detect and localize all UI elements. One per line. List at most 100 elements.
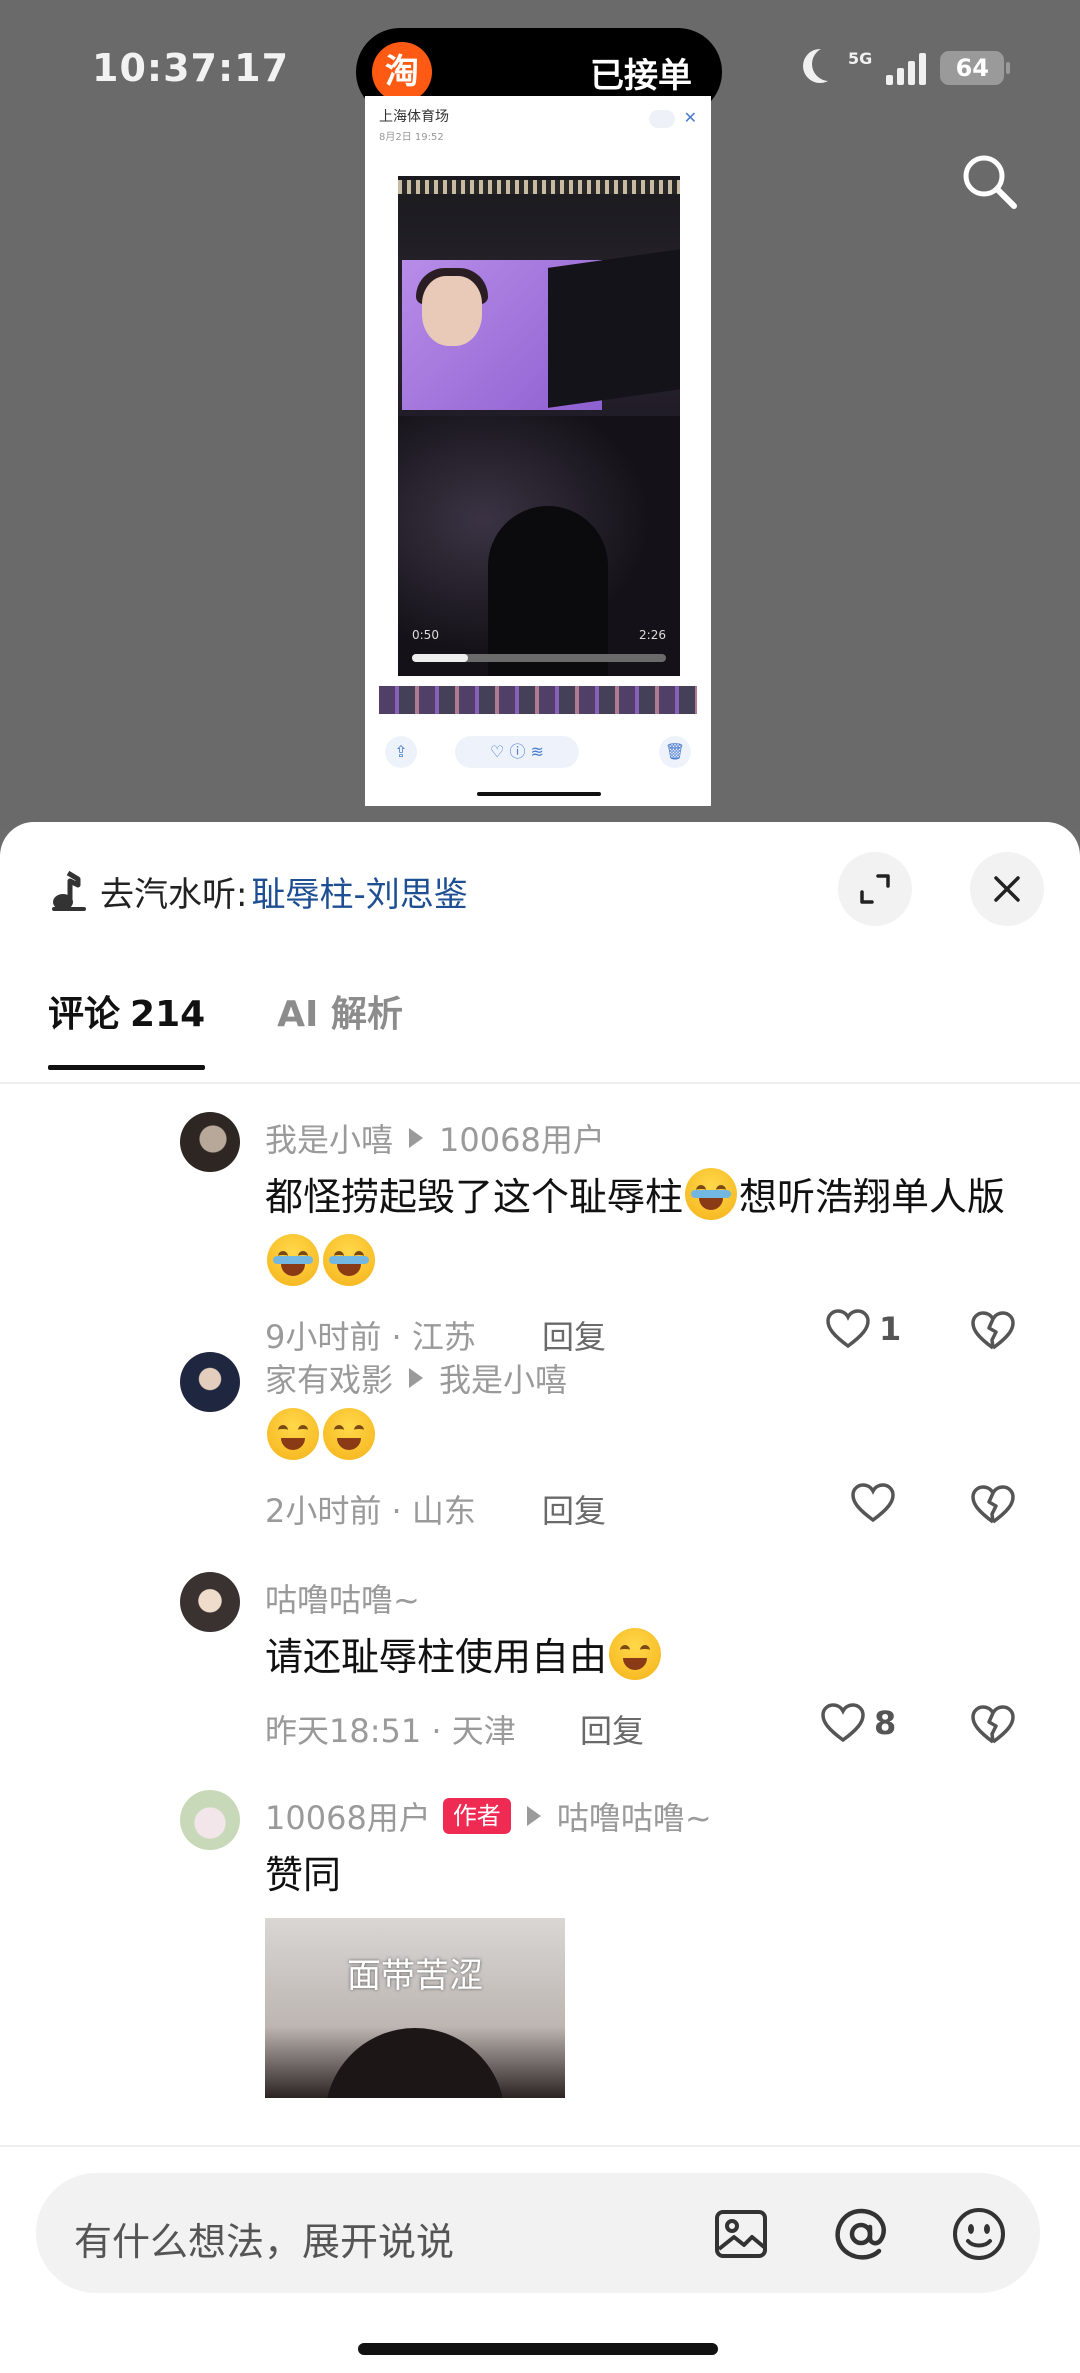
tab-comments-label: 评论 bbox=[48, 994, 121, 1035]
reply-to-user[interactable]: 咕噜咕噜~ bbox=[557, 1793, 712, 1839]
screenshot-toolbar: ⇪ ♡ ⓘ ≋ 🗑 bbox=[385, 736, 691, 772]
comment-sheet: 去汽水听: 耻辱柱-刘思鉴 评论 214 AI 解析 我是小嘻 10068用户 … bbox=[0, 822, 1080, 2373]
progress-bar bbox=[412, 654, 666, 662]
reply-to-user[interactable]: 10068用户 bbox=[439, 1115, 605, 1161]
grin-sweat-emoji-icon bbox=[323, 1408, 375, 1460]
trash-icon: 🗑 bbox=[659, 736, 691, 768]
focus-moon-icon bbox=[812, 47, 846, 81]
expand-icon bbox=[860, 874, 890, 904]
like-button[interactable]: 1 bbox=[825, 1308, 901, 1350]
comment-text: 赞同 bbox=[265, 1853, 342, 1897]
music-song-title[interactable]: 耻辱柱-刘思鉴 bbox=[251, 867, 467, 916]
reply-arrow-icon bbox=[409, 1368, 424, 1388]
username[interactable]: 家有戏影 bbox=[265, 1355, 393, 1401]
music-link[interactable]: 去汽水听: 耻辱柱-刘思鉴 bbox=[48, 866, 468, 916]
tab-comments[interactable]: 评论 214 bbox=[48, 990, 206, 1070]
tab-bar: 评论 214 AI 解析 bbox=[48, 990, 403, 1070]
tab-ai-analysis[interactable]: AI 解析 bbox=[277, 990, 403, 1070]
more-icon bbox=[649, 110, 675, 128]
comment-footer: 2小时前 · 山东 回复 bbox=[265, 1470, 1040, 1542]
comment-text-part: 都怪捞起毁了这个耻辱柱 bbox=[265, 1175, 684, 1219]
reply-to-user[interactable]: 我是小嘻 bbox=[439, 1355, 567, 1401]
comment-list: 我是小嘻 10068用户 都怪捞起毁了这个耻辱柱 想听浩翔单人版 9小时前 · 江… bbox=[0, 1112, 1080, 2110]
duration-time: 2:26 bbox=[639, 628, 666, 642]
comment-input-bar: 有什么想法，展开说说 bbox=[0, 2145, 1080, 2373]
comment-meta: 咕噜咕噜~ bbox=[265, 1572, 1040, 1624]
comment-meta: 我是小嘻 10068用户 bbox=[265, 1112, 1040, 1164]
like-count: 8 bbox=[874, 1704, 897, 1742]
mention-icon[interactable] bbox=[832, 2205, 890, 2263]
thumbnail-strip bbox=[379, 686, 697, 714]
heart-icon bbox=[851, 1483, 895, 1523]
close-icon: ✕ bbox=[683, 108, 697, 127]
elapsed-time: 0:50 bbox=[412, 628, 439, 642]
crying-emoji-icon bbox=[323, 1234, 375, 1286]
like-count: 1 bbox=[879, 1310, 902, 1348]
image-icon[interactable] bbox=[712, 2205, 770, 2263]
progress-fill bbox=[412, 654, 468, 662]
heart-icon bbox=[826, 1309, 870, 1349]
avatar[interactable] bbox=[180, 1572, 240, 1632]
concert-photo: 0:50 2:26 bbox=[398, 176, 680, 676]
comment-text: 都怪捞起毁了这个耻辱柱 想听浩翔单人版 bbox=[265, 1164, 1040, 1296]
reply-button[interactable]: 回复 bbox=[580, 1706, 644, 1752]
comment-text-part: 想听浩翔单人版 bbox=[739, 1175, 1006, 1219]
network-label: 5G bbox=[848, 48, 873, 68]
like-button[interactable] bbox=[850, 1482, 896, 1524]
comment-item: 我是小嘻 10068用户 都怪捞起毁了这个耻辱柱 想听浩翔单人版 9小时前 · 江… bbox=[0, 1112, 1080, 1356]
comment-item: 咕噜咕噜~ 请还耻辱柱使用自由 昨天18:51 · 天津 回复 8 bbox=[0, 1572, 1080, 1790]
comment-item: 家有戏影 我是小嘻 2小时前 · 山东 回复 bbox=[0, 1352, 1080, 1572]
home-indicator bbox=[358, 2343, 718, 2355]
island-order-status: 已接单 bbox=[590, 56, 692, 96]
heart-icon bbox=[821, 1703, 865, 1743]
comment-text: 请还耻辱柱使用自由 bbox=[265, 1624, 1040, 1690]
search-icon[interactable] bbox=[960, 152, 1018, 210]
username[interactable]: 咕噜咕噜~ bbox=[265, 1575, 420, 1621]
sticker-caption: 面带苦涩 bbox=[347, 1956, 483, 1996]
battery-icon: 64 bbox=[940, 51, 1011, 85]
comment-text bbox=[265, 1404, 1040, 1470]
share-icon: ⇪ bbox=[385, 736, 417, 768]
music-prefix: 去汽水听: bbox=[100, 874, 248, 915]
music-note-icon bbox=[52, 870, 86, 911]
crying-emoji-icon bbox=[267, 1234, 319, 1286]
emoji-icon[interactable] bbox=[950, 2205, 1008, 2263]
tab-ai-label: AI 解析 bbox=[277, 994, 403, 1035]
like-button[interactable]: 8 bbox=[820, 1702, 896, 1744]
dislike-broken-heart-icon[interactable] bbox=[970, 1704, 1016, 1746]
dislike-broken-heart-icon[interactable] bbox=[970, 1484, 1016, 1526]
username[interactable]: 10068用户 bbox=[265, 1793, 431, 1839]
status-icons: 5G 64 bbox=[800, 47, 1011, 88]
screenshot-header: 上海体育场 bbox=[379, 109, 449, 125]
grin-sweat-emoji-icon bbox=[267, 1408, 319, 1460]
screenshot-home-indicator bbox=[477, 792, 601, 796]
close-button[interactable] bbox=[970, 852, 1044, 926]
close-icon bbox=[994, 876, 1020, 902]
comment-input-placeholder: 有什么想法，展开说说 bbox=[74, 2220, 455, 2264]
taobao-icon: 淘 bbox=[372, 42, 432, 102]
sticker-image[interactable]: 面带苦涩 bbox=[265, 1918, 565, 2098]
comment-time-location: 昨天18:51 · 天津 bbox=[265, 1712, 516, 1750]
comment-footer: 昨天18:51 · 天津 回复 8 bbox=[265, 1690, 1040, 1762]
comment-time-location: 2小时前 · 山东 bbox=[265, 1492, 476, 1530]
expand-button[interactable] bbox=[838, 852, 912, 926]
like-info-adjust-icons: ♡ ⓘ ≋ bbox=[455, 736, 579, 768]
reply-button[interactable]: 回复 bbox=[542, 1486, 606, 1532]
crying-emoji-icon bbox=[685, 1168, 738, 1220]
author-badge: 作者 bbox=[442, 1798, 511, 1834]
dislike-broken-heart-icon[interactable] bbox=[970, 1310, 1016, 1352]
status-time: 10:37:17 bbox=[92, 46, 290, 90]
screenshot-date: 8月2日 19:52 bbox=[379, 132, 444, 143]
username[interactable]: 我是小嘻 bbox=[265, 1115, 393, 1161]
avatar[interactable] bbox=[180, 1352, 240, 1412]
comment-item: 10068用户 作者 咕噜咕噜~ 赞同 面带苦涩 bbox=[0, 1790, 1080, 2110]
signal-icon bbox=[886, 51, 927, 85]
reply-arrow-icon bbox=[526, 1806, 541, 1826]
huffing-emoji-icon bbox=[609, 1628, 662, 1680]
avatar[interactable] bbox=[180, 1790, 240, 1850]
reply-arrow-icon bbox=[409, 1128, 424, 1148]
comment-meta: 10068用户 作者 咕噜咕噜~ bbox=[265, 1790, 1040, 1842]
comment-count: 214 bbox=[130, 994, 206, 1035]
comment-input[interactable]: 有什么想法，展开说说 bbox=[36, 2173, 1040, 2293]
avatar[interactable] bbox=[180, 1112, 240, 1172]
